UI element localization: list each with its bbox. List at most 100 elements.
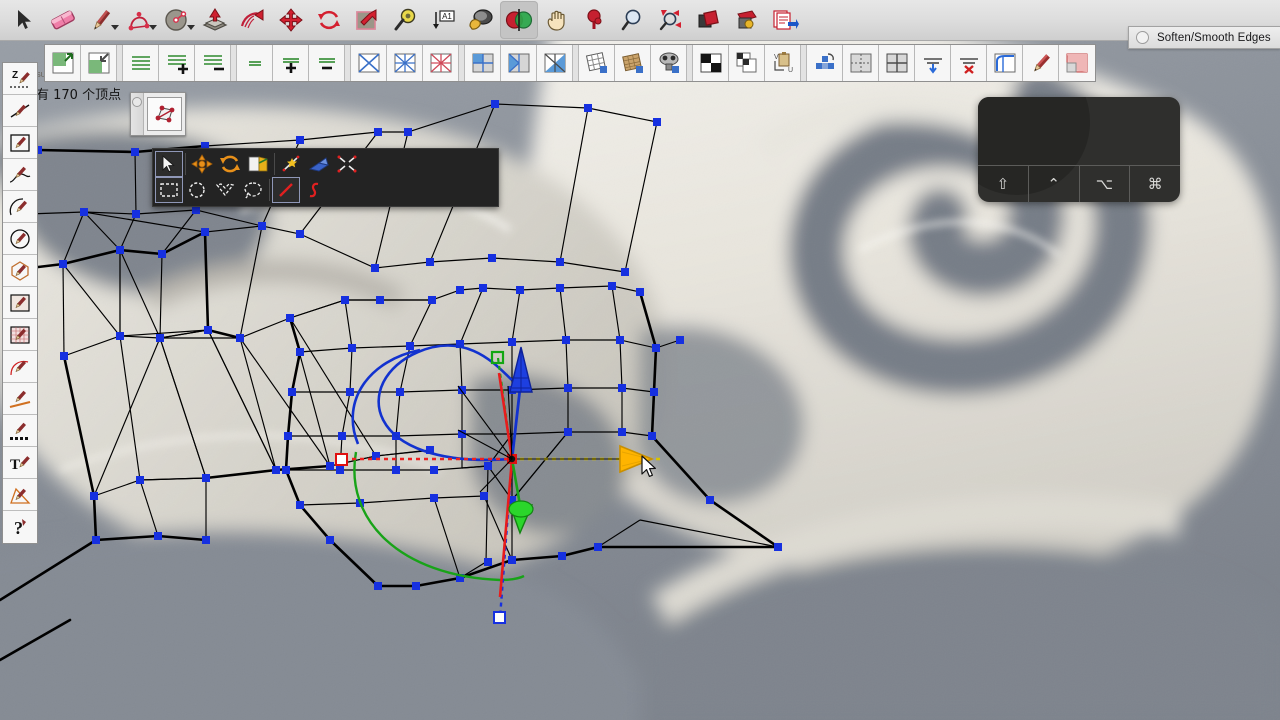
curve-pencil-icon[interactable] — [3, 351, 37, 383]
marquee-lasso-icon[interactable] — [239, 177, 267, 203]
loop-remove-icon[interactable] — [195, 45, 231, 81]
quad-grid-blue-icon[interactable] — [387, 45, 423, 81]
edge-down-icon[interactable] — [915, 45, 951, 81]
quad-grid-red-icon[interactable] — [423, 45, 459, 81]
connect-edges-icon[interactable] — [501, 45, 537, 81]
magic-wand-icon[interactable] — [277, 151, 305, 177]
no-line-icon[interactable] — [3, 95, 37, 127]
freehand-pencil-icon[interactable] — [3, 159, 37, 191]
follow-me-icon[interactable] — [234, 1, 272, 39]
uv-copy-icon[interactable] — [651, 45, 687, 81]
flip-page-icon[interactable] — [244, 151, 272, 177]
chevron-down-icon[interactable] — [111, 25, 119, 30]
export-pages-icon[interactable] — [766, 1, 804, 39]
rect-pencil-icon[interactable] — [3, 127, 37, 159]
paint-bucket-icon[interactable] — [462, 1, 500, 39]
text-tool-icon[interactable]: A1 — [424, 1, 462, 39]
quadface-dark-toolbar[interactable] — [152, 148, 499, 207]
chevron-down-icon[interactable] — [187, 25, 195, 30]
loop-select-icon[interactable] — [123, 45, 159, 81]
ring-remove-icon[interactable] — [309, 45, 345, 81]
orbit-icon[interactable] — [500, 1, 538, 39]
chevron-down-icon[interactable] — [149, 25, 157, 30]
corner-round-icon[interactable] — [987, 45, 1023, 81]
marquee-poly-icon[interactable] — [211, 177, 239, 203]
arc-icon[interactable] — [120, 1, 158, 39]
line-tools-toolbar[interactable]: Z T ? — [2, 62, 38, 544]
select-arrow-icon[interactable] — [6, 1, 44, 39]
control-key-icon[interactable]: ⌃ — [1029, 166, 1080, 202]
marquee-rect-icon[interactable] — [155, 177, 183, 203]
move-orange-icon[interactable] — [188, 151, 216, 177]
plane-pencil-icon[interactable] — [3, 287, 37, 319]
polygon-pencil-icon[interactable] — [3, 255, 37, 287]
cursor-select-icon[interactable] — [155, 151, 183, 177]
line-red-icon[interactable] — [272, 177, 300, 203]
grid-pencil-icon[interactable] — [3, 319, 37, 351]
copy-faces-icon[interactable] — [729, 45, 765, 81]
zoom-glass-icon[interactable] — [614, 1, 652, 39]
uv-mesh-icon[interactable] — [615, 45, 651, 81]
move-icon[interactable] — [272, 1, 310, 39]
text-pencil-icon[interactable]: T — [3, 447, 37, 479]
uv-paste-icon[interactable]: VU — [765, 45, 801, 81]
ring-add-icon[interactable] — [273, 45, 309, 81]
uv-grid-icon[interactable] — [579, 45, 615, 81]
slope-pencil-icon[interactable] — [3, 383, 37, 415]
svg-text:A1: A1 — [442, 12, 452, 21]
z-pencil-icon[interactable]: Z — [3, 63, 37, 95]
flip-move-icon[interactable] — [807, 45, 843, 81]
make-component-icon[interactable] — [690, 1, 728, 39]
rotate-icon[interactable] — [310, 1, 348, 39]
circle-shape-icon[interactable] — [158, 1, 196, 39]
quad-face-palette[interactable] — [130, 92, 186, 136]
extrude-icon[interactable] — [305, 151, 333, 177]
circle-pencil-icon[interactable] — [3, 223, 37, 255]
command-key-icon[interactable]: ⌘ — [1130, 166, 1180, 202]
edge-delete-icon[interactable] — [951, 45, 987, 81]
pencil-line-icon[interactable] — [82, 1, 120, 39]
eraser-icon[interactable] — [44, 1, 82, 39]
zoom-extents-icon[interactable] — [652, 1, 690, 39]
quad-face-icon[interactable] — [147, 97, 182, 131]
subd-toolbar[interactable]: VU — [44, 44, 1096, 82]
pencil-draw-icon[interactable] — [1023, 45, 1059, 81]
split-diagonal-icon[interactable] — [537, 45, 573, 81]
grid-dotted-icon[interactable] — [843, 45, 879, 81]
option-key-icon[interactable]: ⌥ — [1080, 166, 1131, 202]
main-toolbar[interactable]: A1 — [0, 0, 1280, 41]
ring-select-icon[interactable] — [237, 45, 273, 81]
arc-pencil-icon[interactable] — [3, 191, 37, 223]
tape-measure-icon[interactable] — [386, 1, 424, 39]
svg-text:T: T — [10, 457, 20, 473]
loop-add-icon[interactable] — [159, 45, 195, 81]
push-pull-icon[interactable] — [196, 1, 234, 39]
dark-toolbar-row-2 — [155, 177, 496, 203]
soften-smooth-edges-panel[interactable]: Soften/Smooth Edges — [1128, 26, 1280, 49]
help-question-icon[interactable]: ? — [3, 511, 37, 543]
subdivide-up-icon[interactable] — [45, 45, 81, 81]
subdivide-down-icon[interactable] — [81, 45, 117, 81]
face-fill-icon[interactable] — [1059, 45, 1095, 81]
pan-hand-icon[interactable] — [538, 1, 576, 39]
position-camera-icon[interactable] — [576, 1, 614, 39]
collapse-icon[interactable] — [333, 151, 361, 177]
curve-red-icon[interactable] — [300, 177, 328, 203]
svg-text:?: ? — [14, 518, 23, 538]
quad-diagonal-icon[interactable] — [351, 45, 387, 81]
dotted-pencil-icon[interactable] — [3, 415, 37, 447]
split-quad-icon[interactable] — [465, 45, 501, 81]
palette-grip-dot[interactable] — [131, 93, 144, 135]
viewport-status-text: 有 170 个顶点 — [36, 88, 122, 103]
svg-text:U: U — [788, 67, 793, 74]
checker-icon[interactable] — [693, 45, 729, 81]
collapse-disclosure-icon[interactable] — [1136, 31, 1149, 44]
rotate-orange-icon[interactable] — [216, 151, 244, 177]
triangle-pencil-icon[interactable] — [3, 479, 37, 511]
section-plane-icon[interactable] — [728, 1, 766, 39]
marquee-circle-icon[interactable] — [183, 177, 211, 203]
modifier-key-hud: ⇧ ⌃ ⌥ ⌘ — [978, 97, 1180, 202]
scale-icon[interactable] — [348, 1, 386, 39]
shift-key-icon[interactable]: ⇧ — [978, 166, 1029, 202]
grid-solid-icon[interactable] — [879, 45, 915, 81]
